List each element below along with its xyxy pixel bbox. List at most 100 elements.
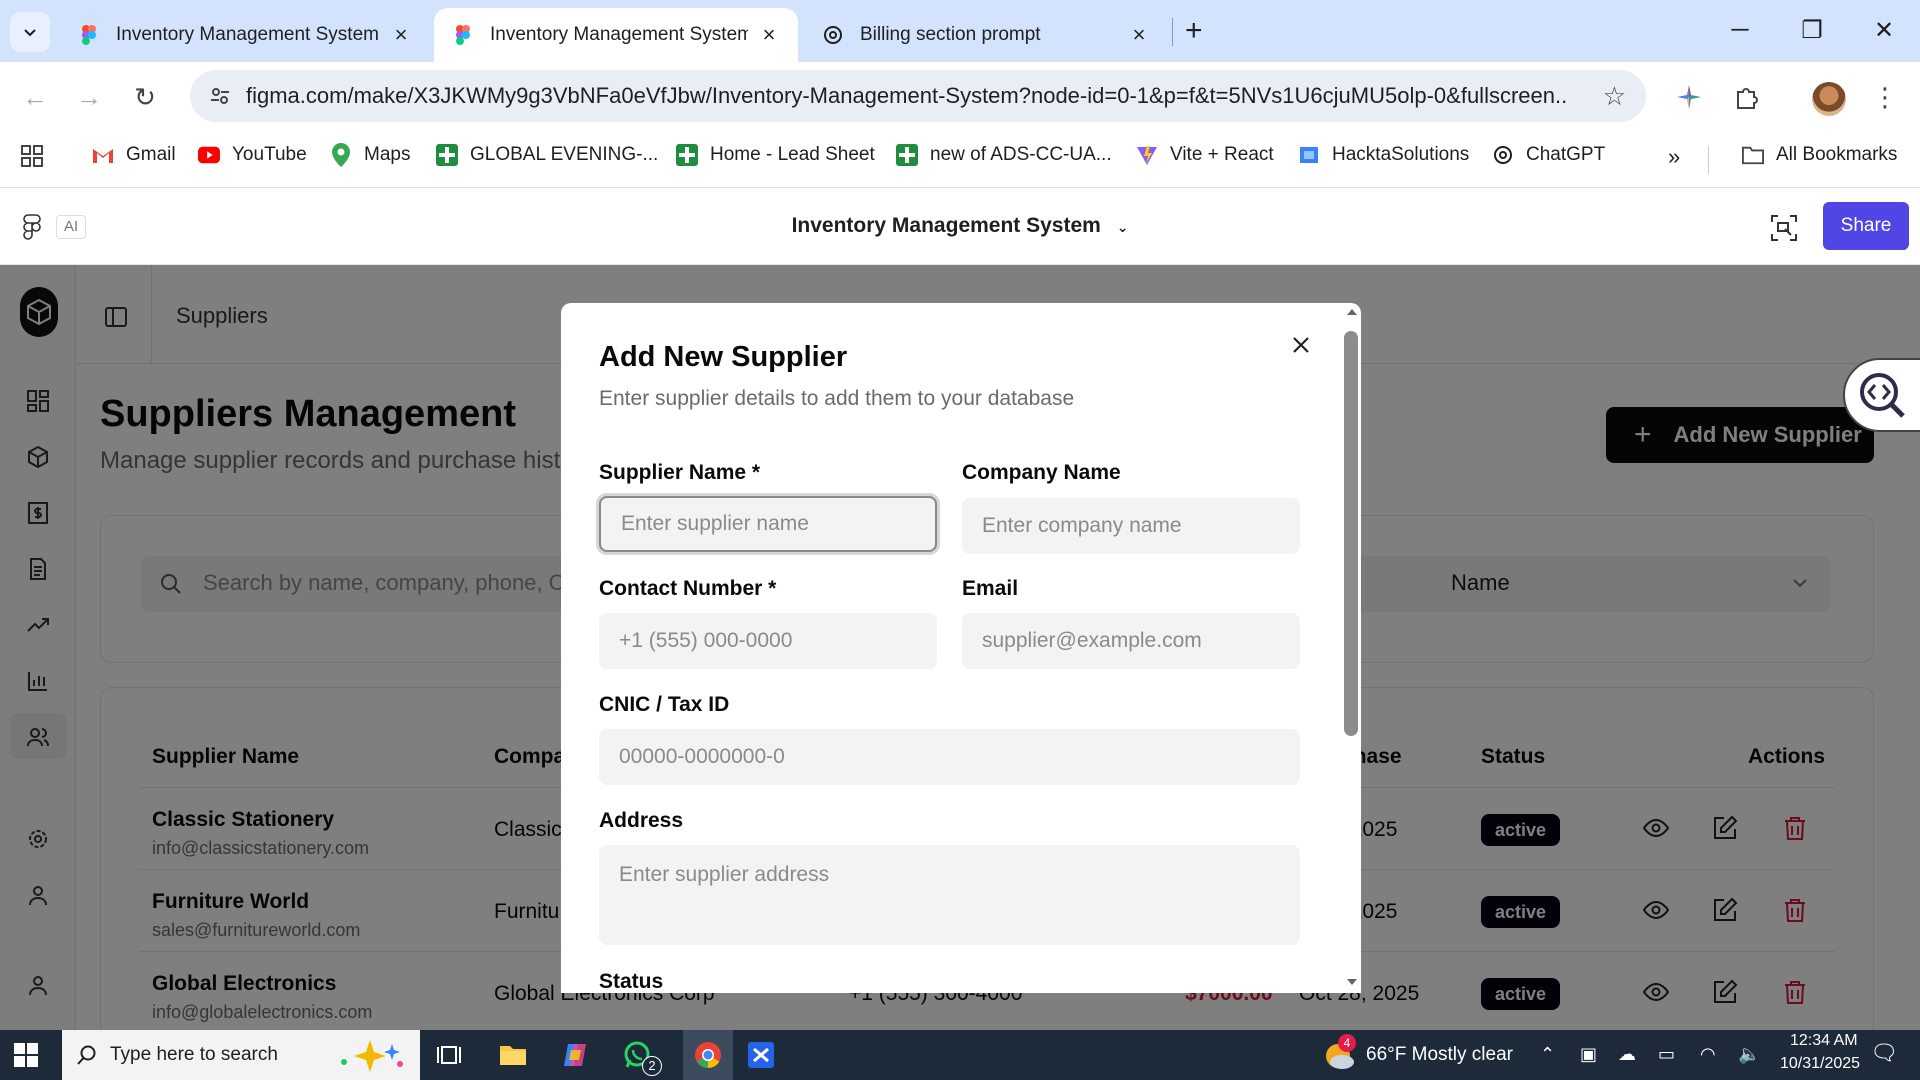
all-bookmarks[interactable]: All Bookmarks: [1742, 144, 1897, 166]
hackta-icon: [1298, 144, 1320, 166]
bookmark-lead-sheet[interactable]: Home - Lead Sheet: [676, 144, 875, 166]
tab-inventory-1[interactable]: Inventory Management System ×: [60, 8, 430, 62]
bookmark-vite-react[interactable]: Vite + React: [1136, 144, 1274, 166]
meet-now-icon[interactable]: ▣: [1580, 1044, 1597, 1065]
tab-separator: [1172, 18, 1173, 46]
bookmark-divider: [1708, 146, 1709, 174]
code-view-widget[interactable]: [1843, 358, 1920, 432]
site-settings-icon[interactable]: [204, 80, 236, 112]
tab-label: Inventory Management System: [490, 24, 748, 45]
notification-icon[interactable]: 🗨: [1870, 1040, 1898, 1066]
bookmark-label: Vite + React: [1170, 144, 1274, 165]
gemini-sparkle-icon[interactable]: [1672, 80, 1706, 114]
bookmark-global-evening[interactable]: GLOBAL EVENING-...: [436, 144, 658, 166]
bookmark-star-icon[interactable]: ☆: [1603, 81, 1626, 112]
scroll-thumb[interactable]: [1344, 331, 1358, 736]
bookmark-label: new of ADS-CC-UA...: [930, 144, 1112, 165]
apps-icon[interactable]: [20, 144, 44, 168]
back-icon[interactable]: ←: [14, 76, 56, 118]
address-bar[interactable]: figma.com/make/X3JKWMy9g3VbNFa0eVfJbw/In…: [190, 70, 1646, 122]
file-explorer-icon[interactable]: [498, 1040, 528, 1070]
chevron-up-icon[interactable]: ⌃: [1540, 1044, 1555, 1065]
dialog-description: Enter supplier details to add them to yo…: [599, 387, 1075, 410]
sparkle-decoration-icon: [341, 1040, 403, 1072]
chrome-icon[interactable]: [693, 1040, 723, 1070]
vscode-icon[interactable]: [746, 1040, 776, 1070]
sheets-icon: [676, 144, 698, 166]
figma-file-title[interactable]: Inventory Management System ⌄: [0, 214, 1920, 238]
bookmark-chatgpt[interactable]: ChatGPT: [1492, 144, 1605, 166]
scroll-up-icon[interactable]: [1346, 307, 1358, 317]
tab-close-icon[interactable]: ×: [1128, 24, 1150, 46]
tab-label: Billing section prompt: [860, 24, 1041, 45]
url-text[interactable]: figma.com/make/X3JKWMy9g3VbNFa0eVfJbw/In…: [246, 83, 1566, 109]
taskbar-search-placeholder: Type here to search: [110, 1044, 278, 1065]
share-button[interactable]: Share: [1823, 202, 1909, 250]
task-view-icon[interactable]: [436, 1040, 466, 1070]
windows-taskbar: Type here to search 2 4 66°F Mostly clea…: [0, 1030, 1920, 1080]
chevron-down-icon: ⌄: [1116, 219, 1129, 235]
bookmark-maps[interactable]: Maps: [330, 143, 410, 167]
windows-start-icon[interactable]: [14, 1043, 38, 1067]
figma-icon: [456, 25, 470, 45]
chatgpt-icon: [1492, 144, 1514, 166]
email-input[interactable]: [962, 613, 1300, 669]
profile-avatar[interactable]: [1812, 82, 1846, 116]
supplier-name-input[interactable]: [599, 496, 937, 552]
taskbar-search-box[interactable]: Type here to search: [62, 1030, 420, 1080]
restore-icon[interactable]: ❐: [1782, 10, 1842, 50]
minimize-icon[interactable]: ─: [1710, 10, 1770, 50]
bookmark-gmail[interactable]: Gmail: [92, 144, 176, 166]
add-supplier-dialog: Add New Supplier Enter supplier details …: [561, 303, 1361, 993]
forward-icon[interactable]: →: [68, 76, 110, 118]
cnic-label: CNIC / Tax ID: [599, 693, 730, 716]
copilot-icon[interactable]: [560, 1040, 590, 1070]
contact-number-input[interactable]: [599, 613, 937, 669]
company-name-input[interactable]: [962, 498, 1300, 554]
address-textarea[interactable]: [599, 845, 1300, 945]
youtube-icon: [198, 144, 220, 166]
email-label: Email: [962, 577, 1019, 600]
code-search-icon: [1860, 373, 1905, 418]
bookmark-label: GLOBAL EVENING-...: [470, 144, 659, 165]
close-window-icon[interactable]: ✕: [1854, 10, 1914, 50]
onedrive-cloud-icon[interactable]: ☁: [1618, 1044, 1636, 1065]
bookmark-label: ChatGPT: [1526, 144, 1606, 165]
folder-icon: [1742, 144, 1764, 166]
wifi-icon[interactable]: ◠: [1700, 1044, 1716, 1065]
bookmark-label: All Bookmarks: [1776, 144, 1898, 165]
tab-search-button[interactable]: [10, 12, 50, 52]
tab-close-icon[interactable]: ×: [390, 24, 412, 46]
close-icon[interactable]: [1286, 330, 1316, 360]
browser-menu-icon[interactable]: ⋮: [1868, 80, 1902, 114]
new-tab-icon[interactable]: +: [1185, 14, 1203, 48]
volume-icon[interactable]: 🔈: [1738, 1044, 1760, 1065]
status-label: Status: [599, 970, 664, 993]
bookmark-label: HacktaSolutions: [1332, 144, 1470, 165]
browser-tab-strip: Inventory Management System × Inventory …: [0, 0, 1920, 62]
dialog-title: Add New Supplier: [599, 341, 848, 373]
preview-icon[interactable]: [1770, 214, 1798, 242]
extensions-icon[interactable]: [1730, 80, 1764, 114]
weather-text[interactable]: 66°F Mostly clear: [1366, 1044, 1513, 1066]
battery-icon[interactable]: ▭: [1658, 1044, 1675, 1065]
supplier-name-label: Supplier Name *: [599, 461, 761, 484]
bookmark-hacktasolutions[interactable]: HacktaSolutions: [1298, 144, 1469, 166]
more-bookmarks-icon[interactable]: »: [1668, 144, 1680, 170]
tab-close-icon[interactable]: ×: [758, 24, 780, 46]
cnic-input[interactable]: [599, 729, 1300, 785]
figma-toolbar: AI Inventory Management System ⌄ Share: [0, 188, 1920, 265]
tab-inventory-2[interactable]: Inventory Management System ×: [434, 8, 798, 62]
clock-time[interactable]: 12:34 AM: [1790, 1032, 1858, 1050]
bookmark-youtube[interactable]: YouTube: [198, 144, 307, 166]
sheets-icon: [436, 144, 458, 166]
reload-icon[interactable]: ↻: [124, 76, 166, 118]
tab-billing[interactable]: Billing section prompt ×: [804, 8, 1168, 62]
search-icon: [77, 1045, 96, 1065]
company-name-label: Company Name: [962, 461, 1121, 484]
figma-icon: [82, 25, 96, 45]
scroll-down-icon[interactable]: [1346, 977, 1358, 987]
clock-date[interactable]: 10/31/2025: [1780, 1055, 1860, 1073]
bookmark-ads[interactable]: new of ADS-CC-UA...: [896, 144, 1112, 166]
tab-label: Inventory Management System: [116, 24, 379, 45]
